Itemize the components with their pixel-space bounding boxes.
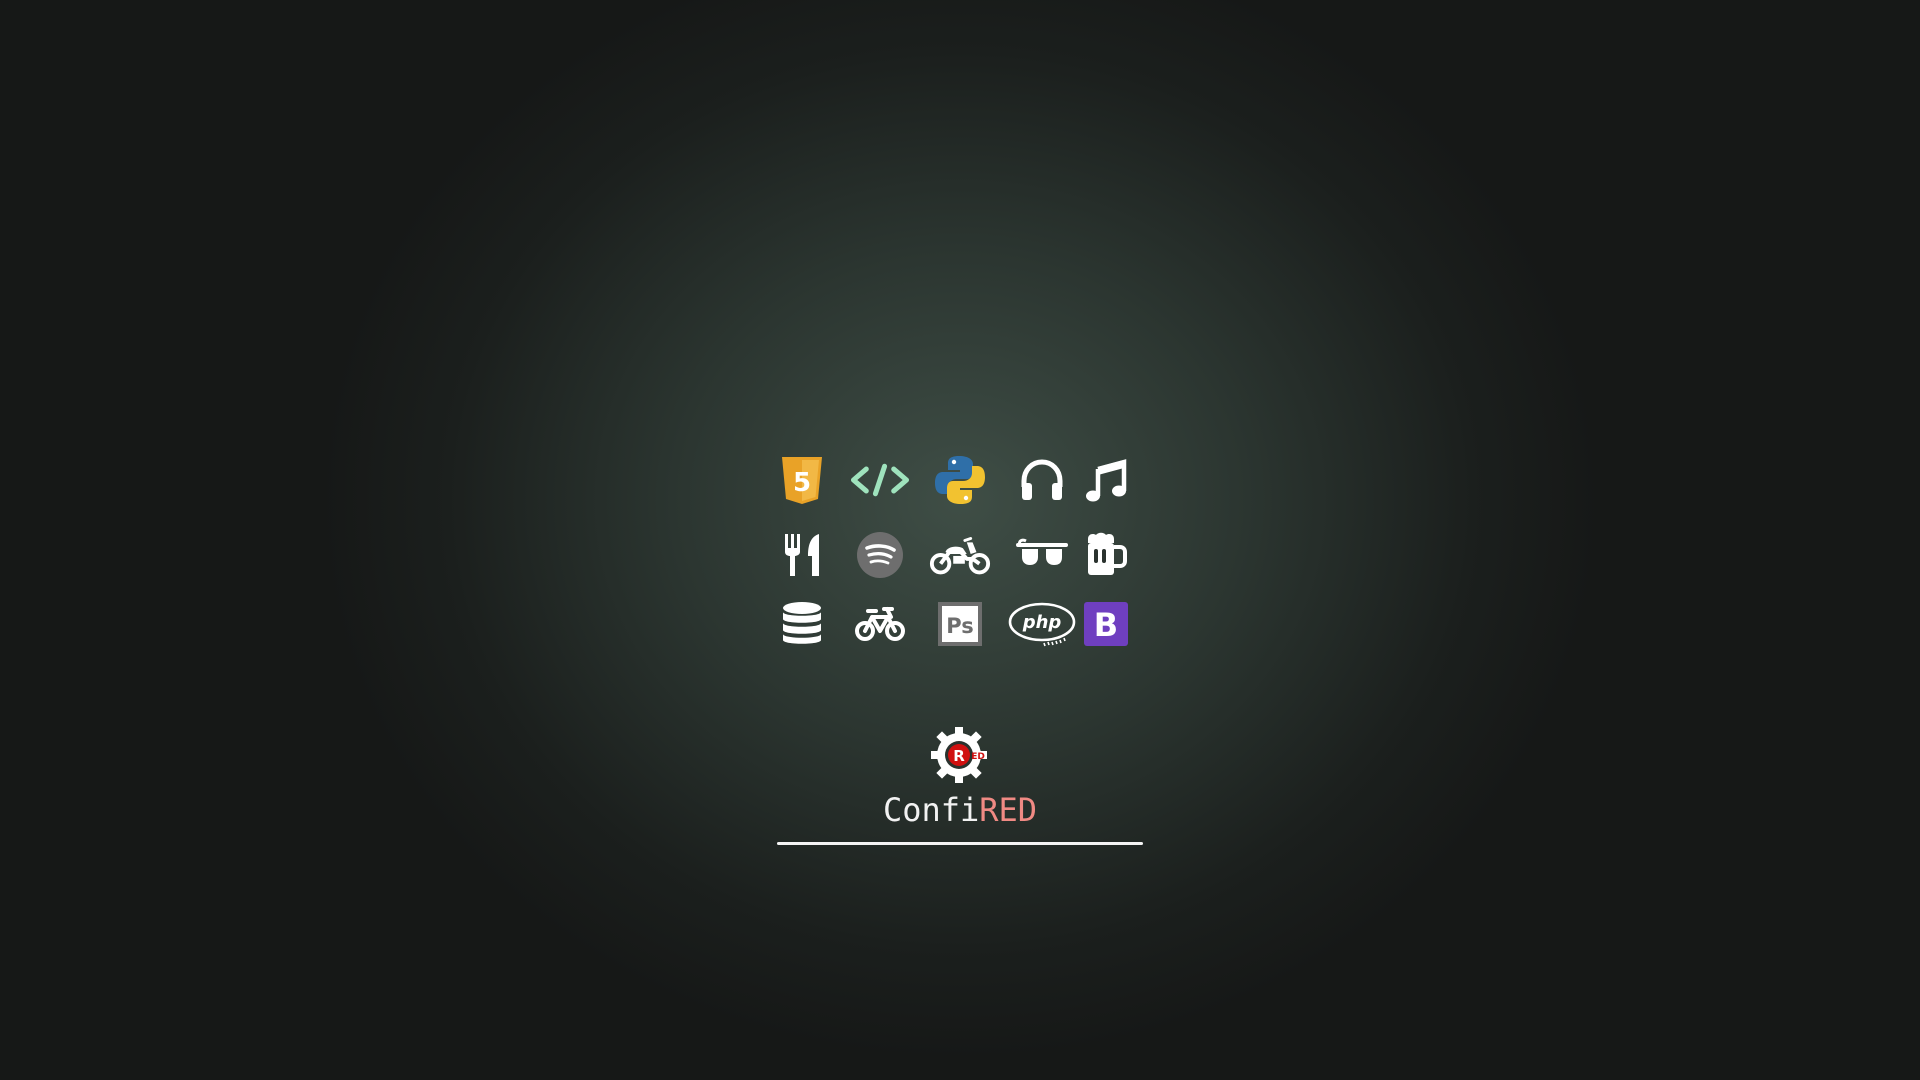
sunglasses-icon [1010, 523, 1074, 587]
php-label: php [1022, 612, 1062, 633]
brand-name-part2: RED [979, 791, 1038, 829]
beer-mug-icon [1074, 523, 1138, 587]
logo-tag: ED [971, 752, 985, 762]
html5-label: 5 [793, 468, 811, 498]
bicycle-icon [848, 592, 912, 656]
confired-gear-logo: R ED [930, 724, 994, 788]
python-icon [928, 448, 992, 512]
bootstrap-icon: B [1074, 592, 1138, 656]
brand-underline [777, 842, 1143, 845]
php-icon: php [1003, 592, 1081, 656]
music-note-icon [1074, 448, 1138, 512]
headphones-icon [1010, 448, 1074, 512]
desktop-background: 5 Ps php B R ED ConfiRED [0, 0, 1920, 1080]
utensils-icon [770, 523, 834, 587]
motorcycle-icon [928, 523, 992, 587]
logo-letter: R [953, 747, 965, 765]
html5-icon: 5 [770, 448, 834, 512]
brand-name-part1: Confi [882, 791, 980, 829]
icon-grid: 5 Ps php B [770, 448, 1150, 658]
database-icon [770, 592, 834, 656]
photoshop-icon: Ps [928, 592, 992, 656]
brand-name: ConfiRED [860, 788, 1060, 832]
bootstrap-label: B [1094, 606, 1118, 644]
spotify-icon [848, 523, 912, 587]
photoshop-label: Ps [946, 614, 974, 638]
code-icon [848, 448, 912, 512]
